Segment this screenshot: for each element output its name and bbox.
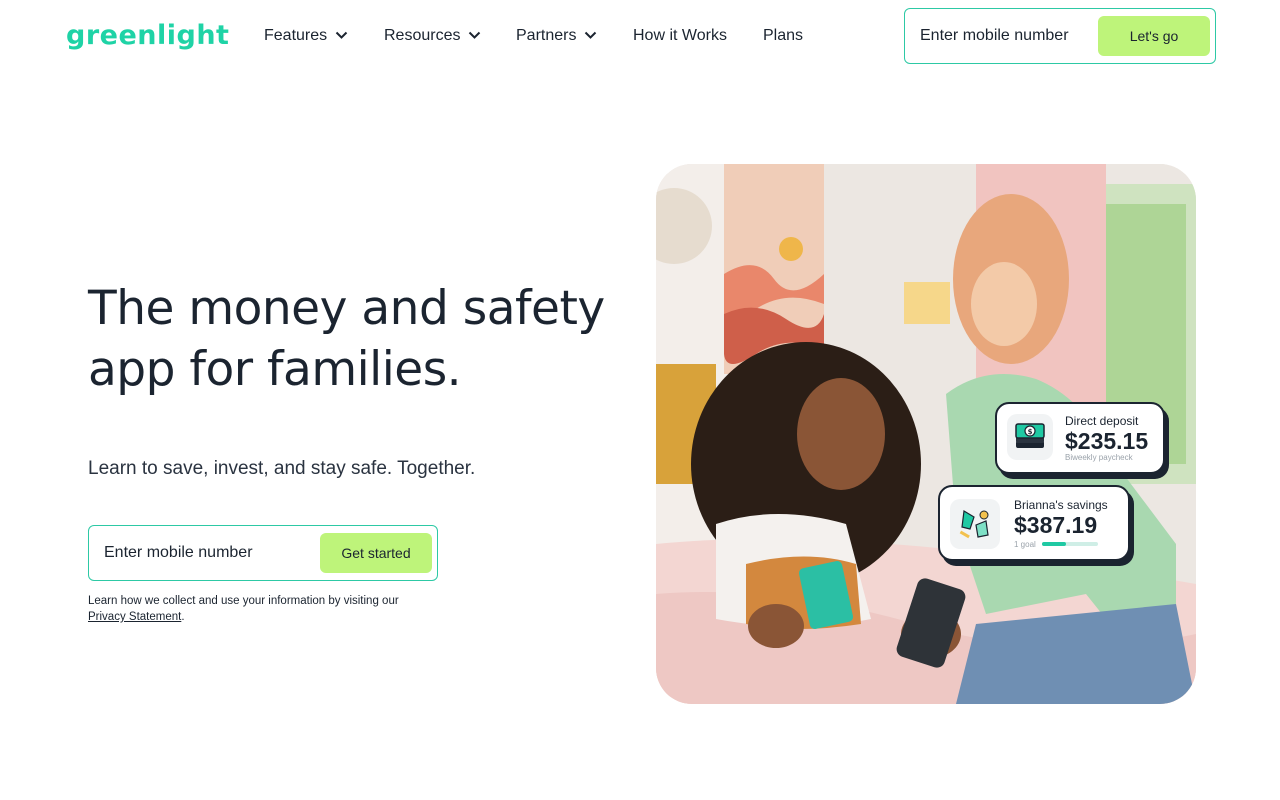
chevron-down-icon — [468, 31, 481, 40]
chevron-down-icon — [584, 31, 597, 40]
savings-progress-fill — [1042, 542, 1066, 546]
nav-how-it-works[interactable]: How it Works — [633, 24, 727, 48]
deposit-caption: Biweekly paycheck — [1065, 453, 1133, 462]
hero-headline-line2: app for families. — [88, 342, 462, 397]
site-header: greenlight Features Resources Partners H… — [0, 0, 1280, 72]
nav-partners-label: Partners — [516, 27, 577, 44]
hero-headline-line1: The money and safety — [88, 281, 605, 336]
savings-goal-icon — [950, 499, 1000, 549]
chevron-down-icon — [335, 31, 348, 40]
privacy-notice: Learn how we collect and use your inform… — [88, 593, 448, 625]
header-mobile-input[interactable] — [920, 9, 1100, 63]
nav-features[interactable]: Features — [264, 24, 348, 48]
hero-headline: The money and safety app for families. — [88, 278, 628, 400]
savings-caption: 1 goal — [1014, 540, 1036, 549]
privacy-period: . — [181, 611, 185, 623]
svg-text:$: $ — [1028, 428, 1033, 436]
greenlight-logo[interactable]: greenlight — [66, 20, 229, 52]
deposit-amount: $235.15 — [1065, 428, 1149, 454]
nav-resources-label: Resources — [384, 27, 461, 44]
savings-progress-bar — [1042, 542, 1098, 546]
lets-go-button[interactable]: Let's go — [1098, 16, 1210, 56]
hero-subline: Learn to save, invest, and stay safe. To… — [88, 458, 476, 479]
nav-resources[interactable]: Resources — [384, 24, 481, 48]
get-started-button[interactable]: Get started — [320, 533, 432, 573]
direct-deposit-card: $ Direct deposit $235.15 Biweekly payche… — [995, 402, 1165, 474]
nav-features-label: Features — [264, 27, 328, 44]
hero-signup-form: Get started — [88, 525, 438, 581]
savings-card: Brianna's savings $387.19 1 goal — [938, 485, 1130, 561]
savings-amount: $387.19 — [1014, 512, 1098, 538]
deposit-label: Direct deposit — [1065, 414, 1139, 428]
savings-label: Brianna's savings — [1014, 498, 1108, 512]
header-signup-form: Let's go — [904, 8, 1216, 64]
hero-photo: $ Direct deposit $235.15 Biweekly payche… — [656, 164, 1196, 704]
nav-plans[interactable]: Plans — [763, 24, 803, 48]
privacy-statement-link[interactable]: Privacy Statement — [88, 611, 181, 623]
hero-mobile-input[interactable] — [104, 526, 319, 580]
cash-stack-icon: $ — [1007, 414, 1053, 460]
nav-partners[interactable]: Partners — [516, 24, 597, 48]
privacy-text: Learn how we collect and use your inform… — [88, 595, 399, 607]
